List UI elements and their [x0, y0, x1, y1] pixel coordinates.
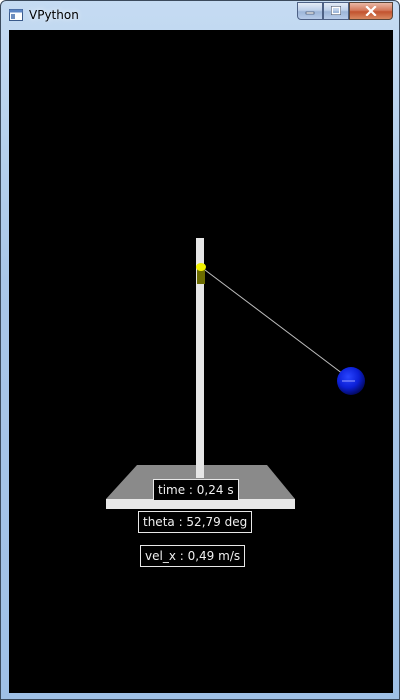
vpython-app-icon [9, 9, 23, 21]
window-controls [297, 2, 393, 21]
close-button[interactable] [349, 2, 393, 20]
close-icon [365, 6, 377, 16]
minimize-icon [305, 11, 315, 15]
window-title: VPython [29, 8, 79, 22]
theta-label: theta : 52,79 deg [138, 511, 253, 533]
minimize-button[interactable] [297, 2, 323, 20]
scene-canvas[interactable]: time : 0,24 s theta : 52,79 deg vel_x : … [9, 30, 393, 693]
maximize-button[interactable] [323, 2, 349, 20]
pivot-top [196, 263, 206, 271]
velocity-x-label: vel_x : 0,49 m/s [140, 545, 246, 567]
vpython-window: VPython time: 0,24 s theta: 52,79 deg … [0, 0, 400, 700]
pendulum-string [200, 266, 352, 381]
maximize-icon [331, 6, 341, 15]
title-bar[interactable]: VPython [1, 1, 399, 29]
time-label: time : 0,24 s [153, 479, 239, 501]
pendulum-scene [106, 238, 365, 509]
